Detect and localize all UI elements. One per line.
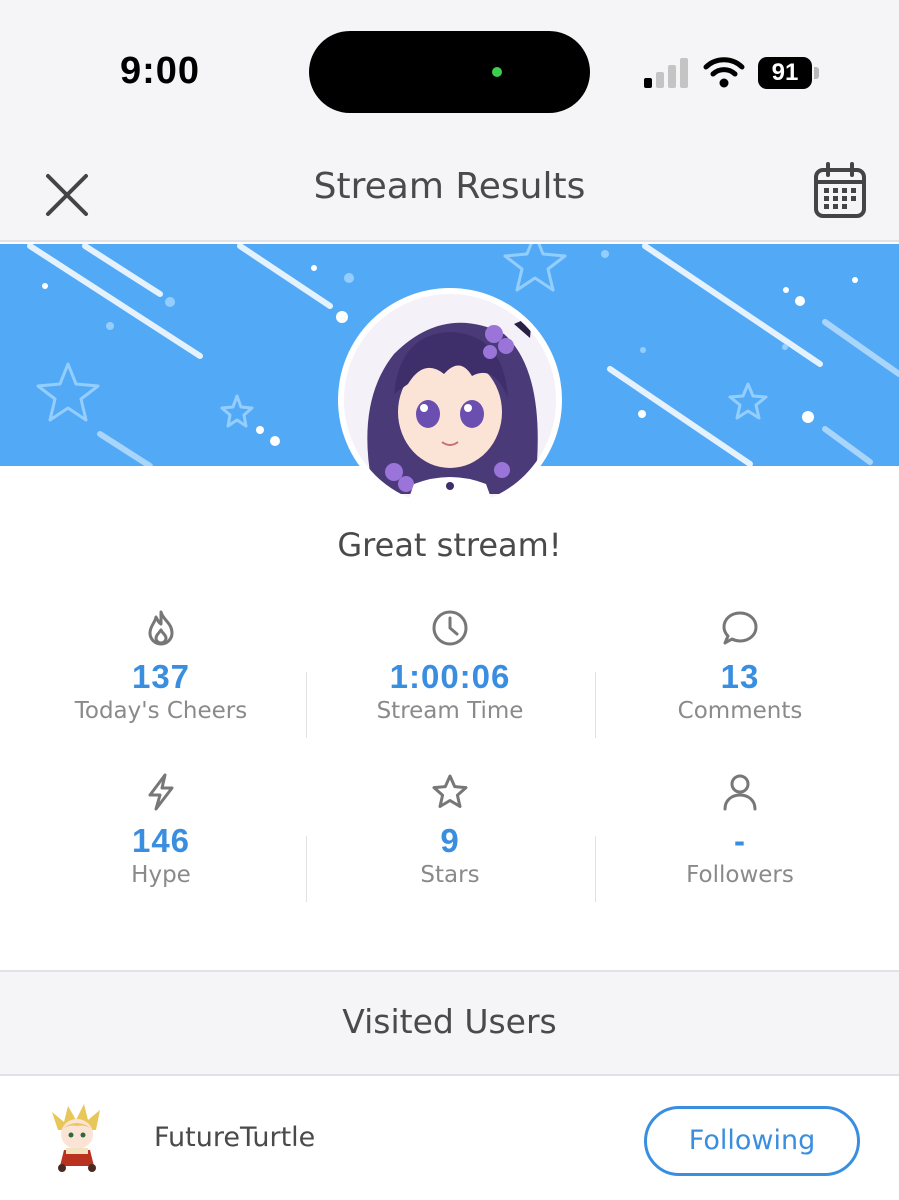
battery-icon: 91 [758, 57, 820, 89]
stat-label: Stars [420, 862, 480, 888]
stat-value: - [734, 822, 746, 859]
stat-followers: - Followers [595, 772, 885, 888]
calendar-icon[interactable] [812, 162, 868, 220]
battery-tip [814, 67, 819, 79]
stat-label: Followers [686, 862, 794, 888]
flame-icon [148, 610, 174, 646]
dynamic-island [309, 31, 590, 113]
user-icon [723, 774, 757, 811]
wifi-icon [703, 57, 745, 88]
section-title: Visited Users [342, 1002, 557, 1041]
stat-stream-time: 1:00:06 Stream Time [305, 608, 595, 724]
user-name: FutureTurtle [154, 1122, 316, 1153]
stat-value: 146 [131, 822, 191, 859]
stat-hype: 146 Hype [16, 772, 306, 888]
stat-value: 1:00:06 [389, 658, 511, 695]
camera-indicator-dot [492, 67, 502, 77]
stat-todays-cheers: 137 Today's Cheers [16, 608, 306, 724]
signal-icon [644, 58, 688, 88]
avatar[interactable] [46, 1102, 108, 1172]
visited-users-header: Visited Users [0, 970, 899, 1076]
stat-value: 9 [440, 822, 460, 859]
stat-value: 13 [720, 658, 760, 695]
list-item[interactable]: FutureTurtle Following [0, 1078, 899, 1200]
stat-value: 137 [131, 658, 191, 695]
comment-icon [722, 611, 758, 645]
page-title: Stream Results [313, 166, 586, 207]
stream-message: Great stream! [337, 526, 562, 564]
clock-icon [432, 610, 468, 646]
avatar-image [344, 294, 556, 506]
battery-level: 91 [758, 57, 812, 89]
stat-label: Stream Time [376, 698, 524, 724]
stat-label: Hype [131, 862, 191, 888]
stat-label: Today's Cheers [74, 698, 248, 724]
app-header: Stream Results [0, 140, 899, 242]
stat-comments: 13 Comments [595, 608, 885, 724]
status-bar: 9:00 91 [0, 0, 899, 140]
streamer-avatar [338, 288, 562, 512]
stat-stars: 9 Stars [305, 772, 595, 888]
status-time: 9:00 [120, 50, 201, 92]
lightning-icon [148, 773, 174, 811]
star-icon [432, 774, 468, 808]
stat-label: Comments [677, 698, 803, 724]
following-button[interactable]: Following [644, 1106, 860, 1176]
